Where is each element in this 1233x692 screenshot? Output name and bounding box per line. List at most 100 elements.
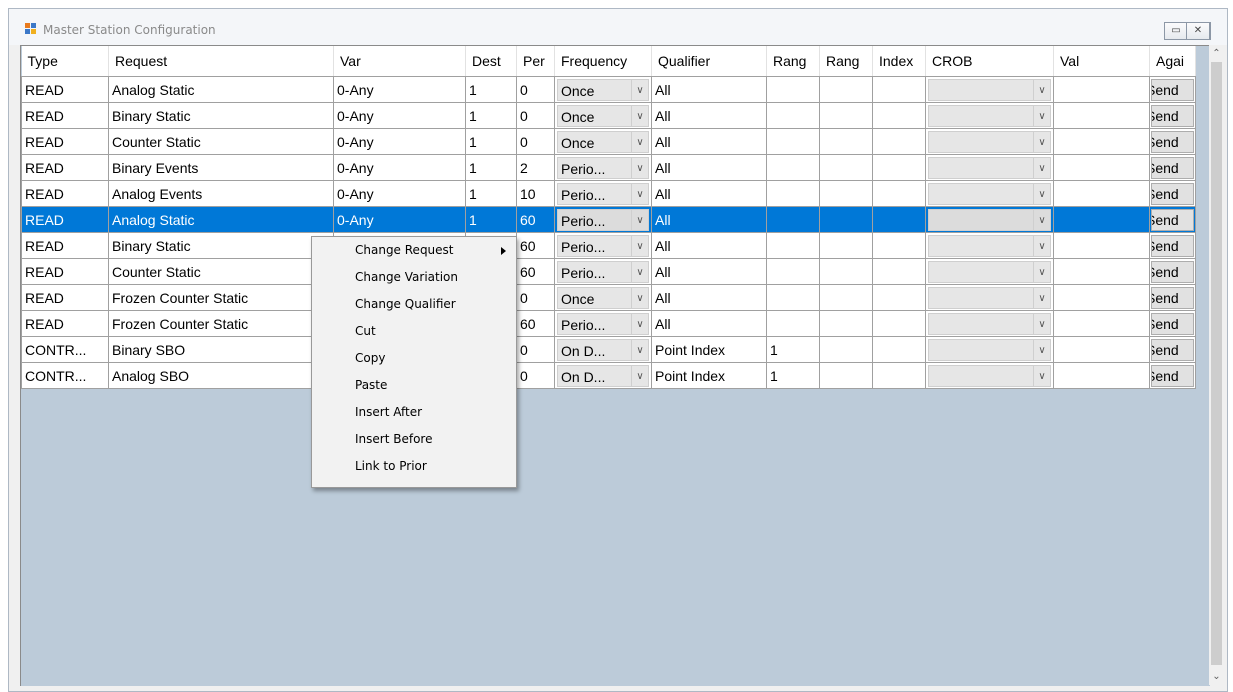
type-cell[interactable]: READ [21,128,109,155]
per-cell[interactable]: 0 [516,128,555,155]
per-cell[interactable]: 0 [516,284,555,311]
type-cell[interactable]: READ [21,310,109,337]
chevron-down-icon[interactable]: ∨ [1033,340,1050,360]
var-cell[interactable]: 0-Any [333,180,466,207]
chevron-down-icon[interactable]: ∨ [631,314,648,334]
range-stop-cell[interactable] [819,232,873,259]
request-cell[interactable]: Binary Static [108,102,334,129]
request-cell[interactable]: Analog SBO [108,362,334,389]
requests-grid[interactable]: Type Request Var Dest Per Frequency Qualifier R… [20,45,1210,686]
chevron-down-icon[interactable]: ∨ [1033,80,1050,100]
val-cell[interactable] [1053,76,1150,103]
menu-item-insert-before[interactable]: Insert Before [355,432,432,446]
index-cell[interactable] [872,180,926,207]
column-header-range-start[interactable]: Rang [766,46,820,77]
val-cell[interactable] [1053,258,1150,285]
send-button[interactable]: Send [1151,130,1194,153]
crob-dropdown[interactable]: ∨ [928,287,1051,309]
minimize-button[interactable]: ▭ [1164,22,1188,40]
per-cell[interactable]: 60 [516,232,555,259]
table-row[interactable]: READAnalog Static0-Any10Once∨All∨Send [21,76,1196,103]
type-cell[interactable]: READ [21,232,109,259]
chevron-down-icon[interactable]: ∨ [631,210,648,230]
per-cell[interactable]: 60 [516,258,555,285]
frequency-dropdown[interactable]: Once ∨ [557,131,649,153]
type-cell[interactable]: READ [21,284,109,311]
crob-dropdown[interactable]: ∨ [928,365,1051,387]
range-stop-cell[interactable] [819,258,873,285]
range-start-cell[interactable] [766,180,820,207]
type-cell[interactable]: READ [21,258,109,285]
index-cell[interactable] [872,154,926,181]
per-cell[interactable]: 10 [516,180,555,207]
index-cell[interactable] [872,232,926,259]
close-button[interactable]: ✕ [1186,22,1210,40]
type-cell[interactable]: READ [21,180,109,207]
request-cell[interactable]: Binary SBO [108,336,334,363]
range-stop-cell[interactable] [819,310,873,337]
val-cell[interactable] [1053,310,1150,337]
crob-dropdown[interactable]: ∨ [928,131,1051,153]
index-cell[interactable] [872,310,926,337]
column-header-request[interactable]: Request [108,46,334,77]
menu-item-paste[interactable]: Paste [355,378,387,392]
chevron-down-icon[interactable]: ∨ [1033,106,1050,126]
table-row[interactable]: CONTR... Analog SBO 0 On D... ∨ Point Index 1 ∨… [21,362,1196,389]
chevron-down-icon[interactable]: ∨ [1033,366,1050,386]
range-stop-cell[interactable] [819,76,873,103]
range-start-cell[interactable]: 1 [766,362,820,389]
send-button[interactable]: Send [1151,286,1194,309]
column-header-per[interactable]: Per [516,46,555,77]
send-button[interactable]: Send [1151,208,1194,231]
qualifier-cell[interactable]: All [651,76,767,103]
frequency-dropdown[interactable]: Perio... ∨ [557,157,649,179]
range-stop-cell[interactable] [819,336,873,363]
chevron-down-icon[interactable]: ∨ [631,366,648,386]
chevron-down-icon[interactable]: ∨ [1033,236,1050,256]
per-cell[interactable]: 2 [516,154,555,181]
index-cell[interactable] [872,76,926,103]
type-cell[interactable]: READ [21,102,109,129]
frequency-dropdown[interactable]: On D... ∨ [557,339,649,361]
dest-cell[interactable]: 1 [465,102,517,129]
crob-dropdown[interactable]: ∨ [928,339,1051,361]
per-cell[interactable]: 60 [516,310,555,337]
frequency-dropdown[interactable]: Once ∨ [557,105,649,127]
crob-dropdown[interactable]: ∨ [928,313,1051,335]
chevron-down-icon[interactable]: ∨ [1033,158,1050,178]
dest-cell[interactable]: 1 [465,180,517,207]
var-cell[interactable]: 0-Any [333,102,466,129]
var-cell[interactable]: 0-Any [333,206,466,233]
table-row[interactable]: READBinary Static0-Any10Once∨All∨Send [21,102,1196,129]
range-start-cell[interactable] [766,154,820,181]
type-cell[interactable]: CONTR... [21,336,109,363]
frequency-dropdown[interactable]: Perio... ∨ [557,183,649,205]
crob-dropdown[interactable]: ∨ [928,261,1051,283]
chevron-down-icon[interactable]: ∨ [1033,314,1050,334]
qualifier-cell[interactable]: All [651,128,767,155]
table-row[interactable]: READFrozen Counter Static0Once∨All∨Send [21,284,1196,311]
index-cell[interactable] [872,102,926,129]
chevron-down-icon[interactable]: ∨ [1033,210,1050,230]
send-button[interactable]: Send [1151,182,1194,205]
chevron-down-icon[interactable]: ∨ [631,80,648,100]
chevron-down-icon[interactable]: ∨ [631,262,648,282]
range-start-cell[interactable] [766,76,820,103]
table-row[interactable]: READ Frozen Counter Static 60 Perio... ∨ All ∨… [21,310,1196,337]
column-header-crob[interactable]: CROB [925,46,1054,77]
type-cell[interactable]: READ [21,76,109,103]
per-cell[interactable]: 0 [516,336,555,363]
per-cell[interactable]: 0 [516,76,555,103]
chevron-down-icon[interactable]: ∨ [631,340,648,360]
var-cell[interactable]: 0-Any [333,128,466,155]
table-row[interactable]: CONTR... Binary SBO 0 On D... ∨ Point Index 1 ∨… [21,336,1196,363]
menu-item-copy[interactable]: Copy [355,351,385,365]
frequency-dropdown[interactable]: Perio... ∨ [557,313,649,335]
request-cell[interactable]: Binary Events [108,154,334,181]
request-cell[interactable]: Binary Static [108,232,334,259]
range-start-cell[interactable] [766,206,820,233]
column-header-dest[interactable]: Dest [465,46,517,77]
column-header-index[interactable]: Index [872,46,926,77]
table-row[interactable]: READCounter Static60Perio...∨All∨Send [21,258,1196,285]
range-stop-cell[interactable] [819,284,873,311]
